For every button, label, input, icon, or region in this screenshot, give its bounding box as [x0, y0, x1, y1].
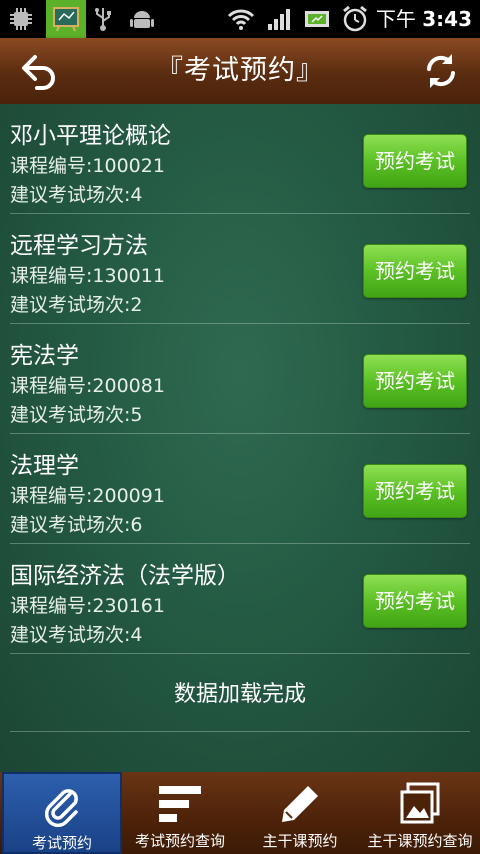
course-row: 法理学 课程编号:200091 建议考试场次:6 预约考试: [0, 434, 480, 544]
tab-core-course-booking-query[interactable]: 主干课预约查询: [360, 772, 480, 854]
list-icon: [120, 782, 240, 826]
app-notification-icon: [46, 0, 86, 38]
course-code: 课程编号:230161: [10, 595, 165, 617]
refresh-button[interactable]: [418, 48, 464, 94]
course-row: 远程学习方法 课程编号:130011 建议考试场次:2 预约考试: [0, 214, 480, 324]
book-exam-button[interactable]: 预约考试: [363, 464, 467, 518]
page-title: 『考试预约』: [156, 55, 324, 86]
course-code: 课程编号:130011: [10, 265, 165, 287]
course-row: 国际经济法（法学版） 课程编号:230161 建议考试场次:4 预约考试: [0, 544, 480, 654]
book-exam-button[interactable]: 预约考试: [363, 574, 467, 628]
course-suggested-sessions: 建议考试场次:4: [10, 184, 143, 206]
title-bar: 『考试预约』: [0, 38, 480, 104]
battery-icon: [302, 4, 332, 34]
course-name: 远程学习方法: [10, 233, 148, 259]
course-suggested-sessions: 建议考试场次:4: [10, 624, 143, 646]
list-end-divider: [10, 731, 470, 732]
course-name: 邓小平理论概论: [10, 123, 171, 149]
course-row: 宪法学 课程编号:200081 建议考试场次:5 预约考试: [0, 324, 480, 434]
course-suggested-sessions: 建议考试场次:2: [10, 294, 143, 316]
usb-icon: [90, 4, 116, 34]
course-row: 邓小平理论概论 课程编号:100021 建议考试场次:4 预约考试: [0, 104, 480, 214]
course-name: 国际经济法（法学版）: [10, 563, 240, 589]
book-exam-button[interactable]: 预约考试: [363, 244, 467, 298]
back-button[interactable]: [16, 48, 62, 94]
gallery-icon: [360, 782, 480, 826]
course-list: 邓小平理论概论 课程编号:100021 建议考试场次:4 预约考试 远程学习方法…: [0, 104, 480, 772]
course-suggested-sessions: 建议考试场次:5: [10, 404, 143, 426]
android-icon: [128, 4, 156, 34]
tab-label: 主干课预约: [262, 832, 338, 850]
clock: 下午 3:43: [376, 0, 472, 38]
course-code: 课程编号:200081: [10, 375, 165, 397]
clock-time: 3:43: [422, 7, 472, 31]
paperclip-icon: [4, 784, 120, 828]
load-complete-text: 数据加载完成: [173, 682, 306, 707]
wifi-icon: [226, 4, 256, 34]
alarm-clock-icon: [340, 4, 370, 34]
course-name: 法理学: [10, 453, 79, 479]
signal-icon: [264, 4, 294, 34]
row-divider: [10, 653, 470, 654]
course-code: 课程编号:200091: [10, 485, 165, 507]
course-name: 宪法学: [10, 343, 79, 369]
bottom-tab-bar: 考试预约 考试预约查询 主干课预约 主干课预约查询: [0, 772, 480, 854]
settings-chip-icon: [6, 4, 36, 34]
tab-label: 主干课预约查询: [367, 832, 473, 850]
tab-label: 考试预约查询: [134, 832, 225, 850]
status-bar: 下午 3:43: [0, 0, 480, 38]
refresh-icon: [427, 54, 455, 88]
tab-core-course-booking[interactable]: 主干课预约: [240, 772, 360, 854]
book-exam-button[interactable]: 预约考试: [363, 134, 467, 188]
book-exam-button[interactable]: 预约考试: [363, 354, 467, 408]
clock-period: 下午: [375, 7, 416, 31]
course-suggested-sessions: 建议考试场次:6: [10, 514, 143, 536]
tab-exam-booking-query[interactable]: 考试预约查询: [120, 772, 240, 854]
course-code: 课程编号:100021: [10, 155, 165, 177]
pencil-icon: [240, 782, 360, 826]
tab-label: 考试预约: [31, 834, 92, 852]
undo-arrow-icon: [22, 55, 55, 90]
tab-exam-booking[interactable]: 考试预约: [2, 772, 122, 854]
